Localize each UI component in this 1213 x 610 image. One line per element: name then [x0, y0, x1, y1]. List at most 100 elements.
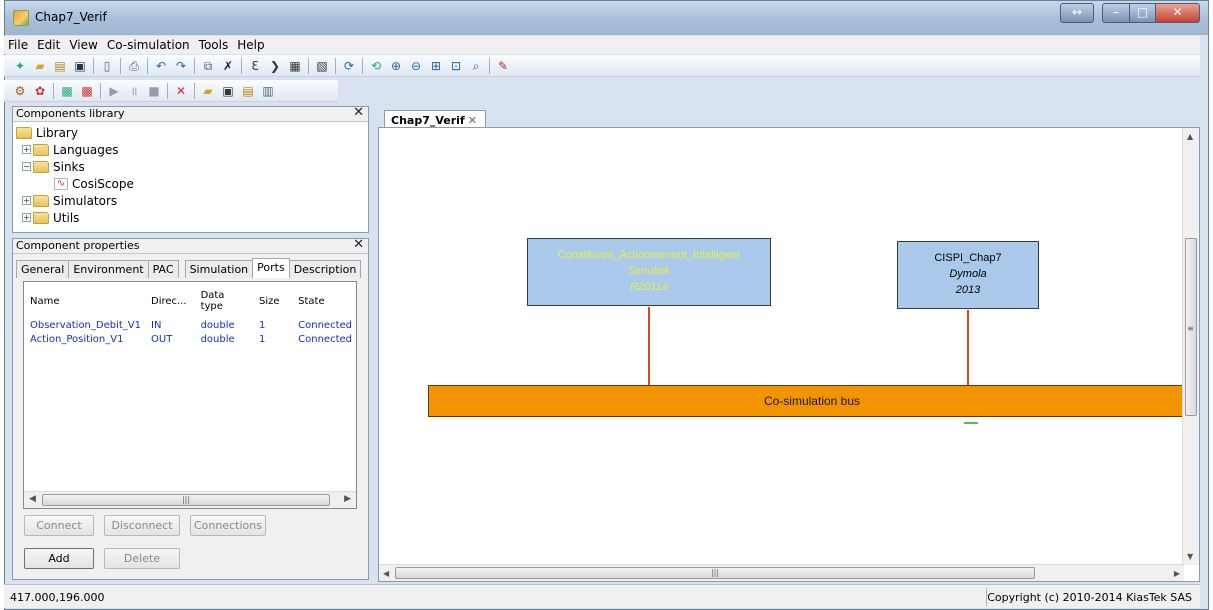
connect-button[interactable]: Connect [24, 515, 94, 536]
menu-tools[interactable]: Tools [195, 36, 234, 54]
refresh-icon[interactable]: ⟳ [341, 58, 357, 74]
image-icon[interactable]: ▦ [287, 58, 303, 74]
cosimulation-canvas[interactable]: Constituant_Actionnement_Intelligent Sim… [378, 127, 1200, 582]
column-header-direction[interactable]: Direc... [145, 286, 195, 318]
open-results-icon[interactable]: ▤ [240, 83, 256, 99]
cursor-coordinates: 417.000,196.000 [10, 591, 105, 604]
tab-general[interactable]: General [16, 260, 70, 278]
pause-icon[interactable]: ॥ [126, 83, 142, 99]
tab-description[interactable]: Description [288, 260, 362, 278]
menu-view[interactable]: View [65, 36, 102, 54]
menu-file[interactable]: File [4, 36, 33, 54]
zoom-fit-icon[interactable]: ⊞ [428, 58, 444, 74]
minimize-button[interactable]: – [1102, 3, 1130, 23]
add-output-icon[interactable]: ❯ [267, 58, 283, 74]
menu-co-simulation[interactable]: Co-simulation [103, 36, 195, 54]
connections-button[interactable]: Connections [190, 515, 266, 536]
expand-icon[interactable]: + [22, 145, 31, 154]
library-icon[interactable]: ▤ [52, 58, 68, 74]
canvas-vertical-scrollbar[interactable]: ▲ ≡ ▼ [1182, 128, 1199, 565]
connection-wire[interactable] [967, 310, 969, 385]
close-button[interactable]: ✕ [1156, 3, 1200, 23]
expand-icon[interactable]: + [22, 213, 31, 222]
tab-pac[interactable]: PAC [147, 260, 179, 278]
column-header-data-type[interactable]: Data type [195, 286, 253, 318]
print-icon[interactable]: ⎙ [126, 58, 142, 74]
copy-icon[interactable]: ⧉ [200, 58, 216, 74]
scrollbar-thumb[interactable]: ||| [395, 567, 1035, 579]
components-icon[interactable]: ✿ [32, 83, 48, 99]
tree-item-library[interactable]: Library [16, 124, 365, 141]
component-block-simulink[interactable]: Constituant_Actionnement_Intelligent Sim… [527, 238, 771, 306]
add-simulator-icon[interactable]: ▩ [59, 83, 75, 99]
ports-list[interactable]: Name Direc... Data type Size State Obser… [23, 281, 357, 509]
folder-open-icon [33, 160, 49, 173]
delete-icon[interactable]: ✗ [220, 58, 236, 74]
zoom-selection-icon[interactable]: ⊡ [448, 58, 464, 74]
undo-icon[interactable]: ↶ [153, 58, 169, 74]
add-input-icon[interactable]: Ɛ [247, 58, 263, 74]
component-block-dymola[interactable]: CISPI_Chap7 Dymola 2013 [897, 241, 1039, 309]
save-icon[interactable]: ▣ [72, 58, 88, 74]
scroll-right-icon[interactable]: ▶ [1174, 569, 1180, 578]
scroll-down-icon[interactable]: ▼ [1187, 552, 1193, 561]
folder-icon [33, 211, 49, 224]
close-icon[interactable]: ✕ [353, 106, 364, 120]
sync-icon[interactable]: ⟲ [368, 58, 384, 74]
tree-item-languages[interactable]: + Languages [16, 141, 365, 158]
column-header-state[interactable]: State [292, 286, 356, 318]
tree-item-simulators[interactable]: + Simulators [16, 192, 365, 209]
tab-simulation[interactable]: Simulation [184, 260, 254, 278]
tree-item-sinks[interactable]: − Sinks [16, 158, 365, 175]
report-icon[interactable]: ▥ [260, 83, 276, 99]
tab-ports[interactable]: Ports [252, 258, 290, 278]
table-row[interactable]: Observation_Debit_V1 IN double 1 Connect… [24, 318, 356, 332]
stop-icon[interactable]: ■ [146, 83, 162, 99]
column-header-name[interactable]: Name [24, 286, 145, 318]
export-image-icon[interactable]: ▧ [314, 58, 330, 74]
expand-icon[interactable]: + [22, 196, 31, 205]
scroll-right-icon[interactable]: ▶ [344, 494, 351, 504]
caption-buttons: ↔ – □ ✕ [1060, 3, 1200, 23]
component-properties-header: Component properties ✕ [13, 238, 368, 254]
menu-edit[interactable]: Edit [33, 36, 65, 54]
menu-help[interactable]: Help [233, 36, 269, 54]
add-button[interactable]: Add [24, 548, 94, 569]
console-icon[interactable]: ▣ [220, 83, 236, 99]
canvas-horizontal-scrollbar[interactable]: ◀ ||| ▶ [379, 564, 1184, 581]
validate-icon[interactable]: ✎ [495, 58, 511, 74]
zoom-icon[interactable]: ⌕ [468, 58, 484, 74]
cancel-icon[interactable]: ✕ [173, 83, 189, 99]
close-icon[interactable]: ✕ [353, 238, 364, 252]
tree-item-cosiscope[interactable]: ∿ CosiScope [16, 175, 365, 192]
scrollbar-thumb[interactable]: ||| [42, 494, 330, 506]
zoom-out-icon[interactable]: ⊖ [408, 58, 424, 74]
title-bar: Chap7_Verif ↔ – □ ✕ [5, 1, 1208, 35]
disconnect-button[interactable]: Disconnect [104, 515, 180, 536]
delete-button[interactable]: Delete [104, 548, 180, 569]
properties-tabs: General Environment PAC Simulation Ports… [13, 254, 368, 278]
open-folder-icon[interactable]: ▰ [32, 58, 48, 74]
tree-item-utils[interactable]: + Utils [16, 209, 365, 226]
scroll-up-icon[interactable]: ▲ [1187, 132, 1193, 141]
folder-icon[interactable]: ▰ [200, 83, 216, 99]
settings-icon[interactable]: ⚙ [12, 83, 28, 99]
connection-wire[interactable] [648, 307, 650, 385]
scroll-left-icon[interactable]: ◀ [383, 569, 389, 578]
print-preview-icon[interactable]: ▯ [99, 58, 115, 74]
column-header-size[interactable]: Size [253, 286, 292, 318]
ports-horizontal-scrollbar[interactable]: ◀ ||| ▶ [24, 491, 356, 508]
close-tab-icon[interactable]: ✕ [468, 114, 477, 127]
tab-environment[interactable]: Environment [68, 260, 149, 278]
new-project-icon[interactable]: ✦ [12, 58, 28, 74]
maximize-button[interactable]: □ [1130, 3, 1156, 23]
scroll-left-icon[interactable]: ◀ [29, 494, 36, 504]
cosimulation-bus[interactable]: Co-simulation bus [428, 385, 1196, 417]
redo-icon[interactable]: ↷ [173, 58, 189, 74]
zoom-in-icon[interactable]: ⊕ [388, 58, 404, 74]
run-icon[interactable]: ▶ [106, 83, 122, 99]
table-row[interactable]: Action_Position_V1 OUT double 1 Connecte… [24, 332, 356, 346]
add-sink-icon[interactable]: ▩ [79, 83, 95, 99]
collapse-icon[interactable]: − [22, 162, 31, 171]
dock-toggle-button[interactable]: ↔ [1060, 3, 1094, 23]
